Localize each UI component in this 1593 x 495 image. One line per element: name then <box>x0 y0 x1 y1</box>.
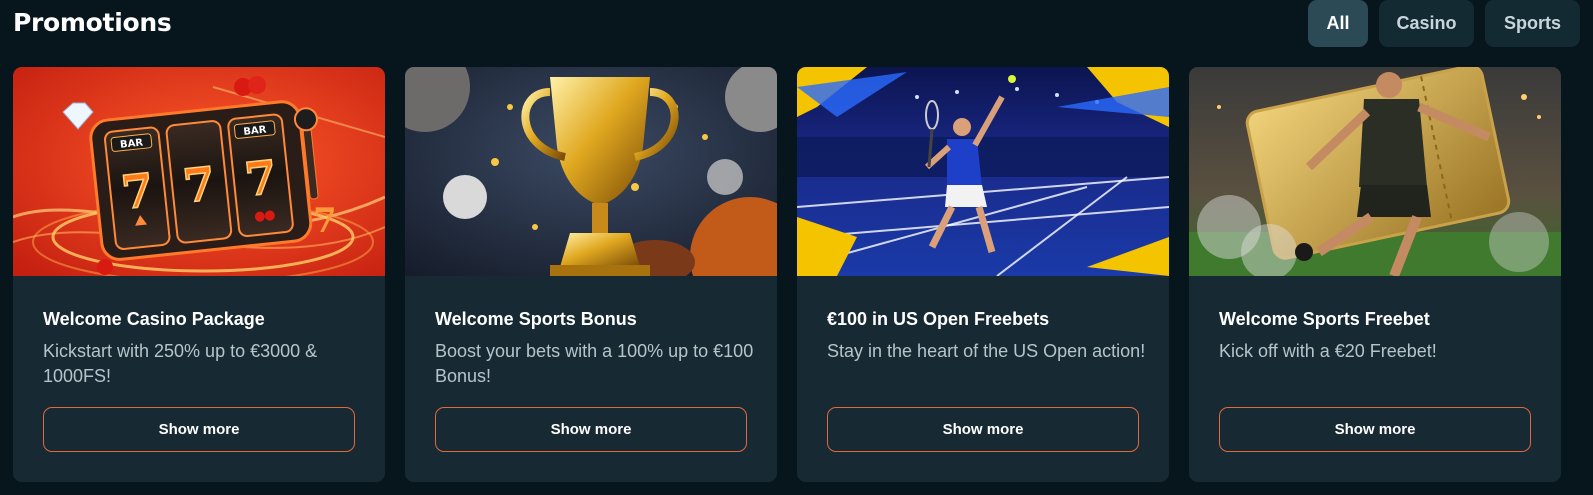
filter-casino-button[interactable]: Casino <box>1379 0 1474 47</box>
card-description: Kickstart with 250% up to €3000 & 1000FS… <box>43 341 318 386</box>
reel-seven: 7 <box>119 163 156 220</box>
reel-seven: 7 <box>242 150 279 207</box>
card-description: Stay in the heart of the US Open action! <box>827 341 1146 361</box>
card-content: Welcome Casino Package Kickstart with 25… <box>43 308 363 389</box>
show-more-button[interactable]: Show more <box>43 407 355 452</box>
promotion-card-us-open-freebets: €100 in US Open Freebets Stay in the hea… <box>797 67 1169 482</box>
card-description: Boost your bets with a 100% up to €100 B… <box>435 341 754 386</box>
promotion-card-casino-package: BAR BAR 7 7 7 7 Welcome Casino Package K… <box>13 67 385 482</box>
tennis-player-image <box>797 67 1169 276</box>
show-more-button[interactable]: Show more <box>435 407 747 452</box>
reel-seven: 7 <box>180 156 217 213</box>
filter-sports-button[interactable]: Sports <box>1485 0 1580 47</box>
promotion-filter-tabs: All Casino Sports <box>1308 0 1580 47</box>
filter-all-button[interactable]: All <box>1308 0 1368 47</box>
promotion-card-sports-bonus: Welcome Sports Bonus Boost your bets wit… <box>405 67 777 482</box>
card-title: €100 in US Open Freebets <box>827 309 1050 329</box>
card-title: Welcome Sports Freebet <box>1219 309 1430 329</box>
floating-seven: 7 <box>313 201 337 241</box>
show-more-button[interactable]: Show more <box>1219 407 1531 452</box>
page-header: Promotions All Casino Sports <box>13 0 1580 48</box>
slot-machine-777-image: BAR BAR 7 7 7 7 <box>13 67 385 276</box>
football-player-ticket-image <box>1189 67 1561 276</box>
show-more-button[interactable]: Show more <box>827 407 1139 452</box>
card-description: Kick off with a €20 Freebet! <box>1219 341 1437 361</box>
promotion-card-sports-freebet: Welcome Sports Freebet Kick off with a €… <box>1189 67 1561 482</box>
promotion-cards: BAR BAR 7 7 7 7 Welcome Casino Package K… <box>13 67 1561 482</box>
page-title: Promotions <box>13 8 172 37</box>
card-title: Welcome Sports Bonus <box>435 309 637 329</box>
card-title: Welcome Casino Package <box>43 309 265 329</box>
card-content: €100 in US Open Freebets Stay in the hea… <box>827 308 1147 364</box>
card-content: Welcome Sports Bonus Boost your bets wit… <box>435 308 755 389</box>
gold-trophy-image <box>405 67 777 276</box>
card-content: Welcome Sports Freebet Kick off with a €… <box>1219 308 1539 364</box>
